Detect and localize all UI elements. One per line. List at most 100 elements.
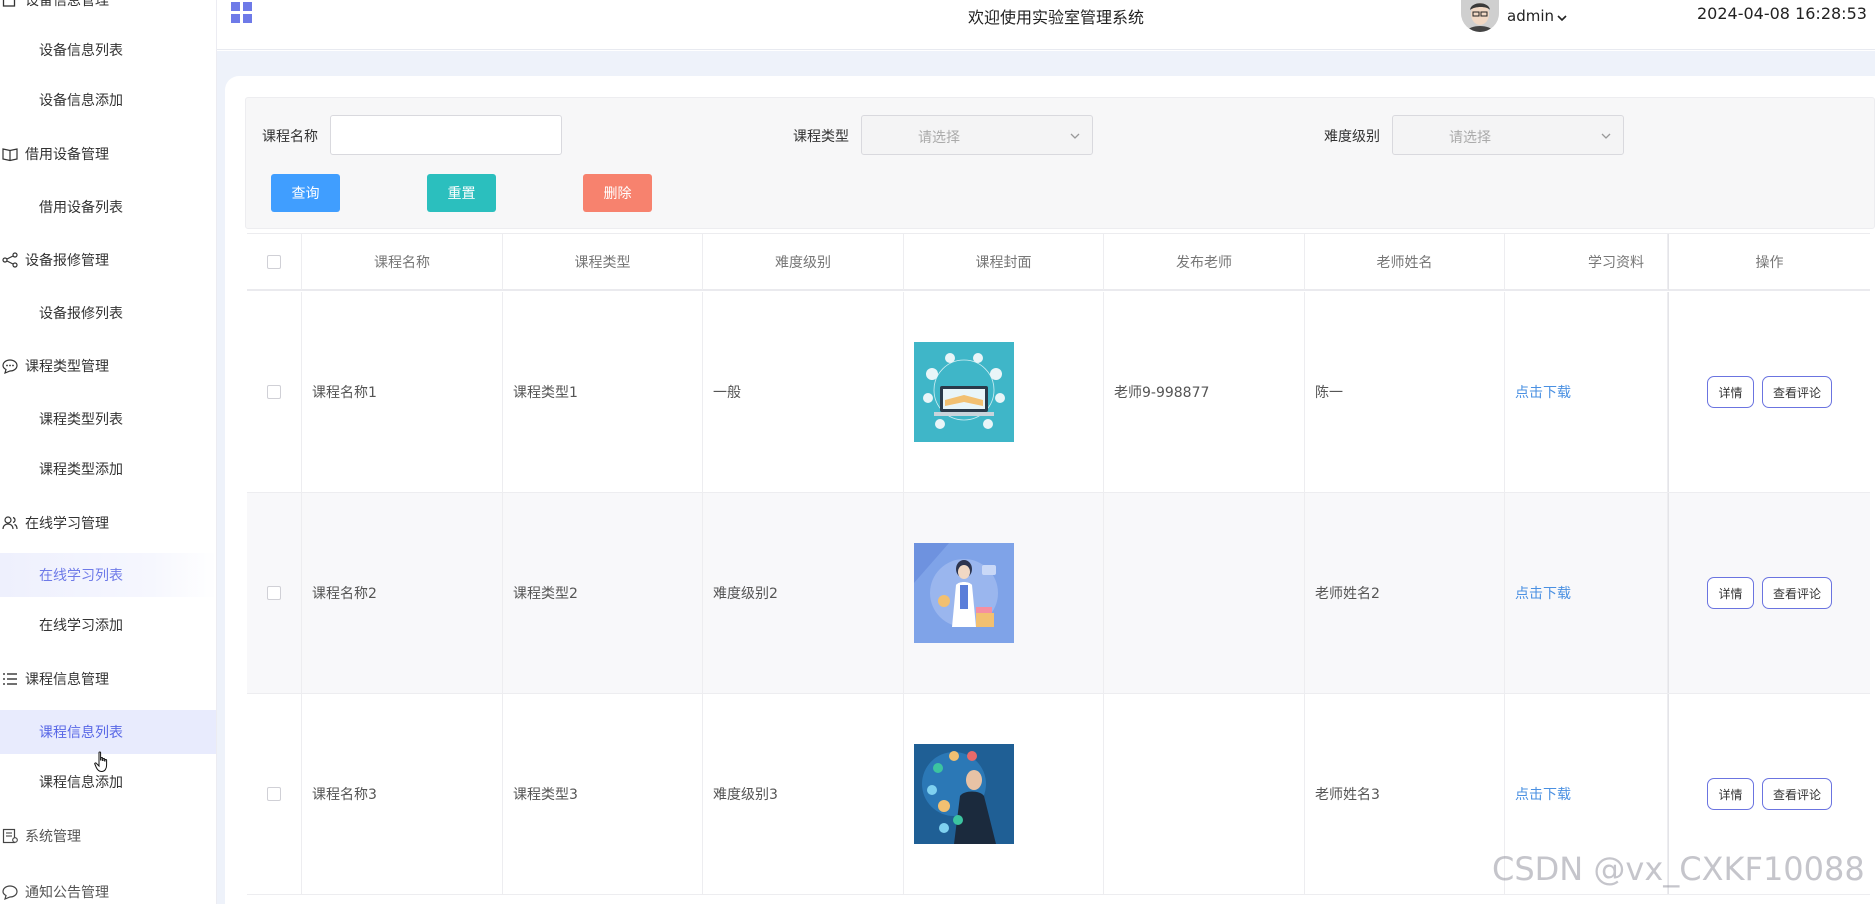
view-comments-button[interactable]: 查看评论 — [1762, 577, 1832, 609]
column-header[interactable]: 操作 — [1668, 234, 1870, 290]
column-header[interactable]: 课程名称 — [302, 234, 503, 290]
download-link[interactable]: 点击下载 — [1515, 583, 1571, 603]
user-name: admin — [1507, 7, 1554, 25]
teacher-name-cell: 陈一 — [1305, 292, 1505, 492]
row-select-cell — [247, 493, 302, 693]
user-menu[interactable]: admin — [1507, 7, 1568, 25]
table-header: 课程名称 课程类型 难度级别 课程封面 发布老师 老师姓名 学习资料 操作 — [247, 233, 1870, 291]
course-type-label: 课程类型 — [793, 129, 849, 145]
sidebar-item-device-list[interactable]: 设备信息列表 — [0, 28, 216, 72]
sidebar-group-notice[interactable]: 通知公告管理 — [0, 872, 216, 904]
course-type-cell: 课程类型2 — [503, 493, 703, 693]
sidebar-group-label: 设备信息管理 — [25, 0, 109, 9]
sidebar-group-label: 在线学习管理 — [25, 516, 109, 532]
difficulty-cell: 难度级别3 — [703, 694, 904, 894]
sidebar-item-repair-list[interactable]: 设备报修列表 — [0, 291, 216, 335]
sidebar-item-device-add[interactable]: 设备信息添加 — [0, 78, 216, 122]
column-header[interactable]: 老师姓名 — [1305, 234, 1505, 290]
publisher-cell — [1104, 694, 1305, 894]
query-button[interactable]: 查询 — [271, 174, 340, 212]
sidebar-item-label: 设备信息列表 — [39, 43, 123, 59]
sidebar-item-borrow-list[interactable]: 借用设备列表 — [0, 185, 216, 229]
course-cover-image[interactable] — [914, 342, 1014, 442]
row-checkbox[interactable] — [267, 787, 281, 801]
sidebar-group-course-type[interactable]: 课程类型管理 — [0, 346, 216, 386]
select-all-checkbox[interactable] — [267, 255, 281, 269]
grid-menu-icon[interactable] — [231, 2, 253, 24]
difficulty-cell: 难度级别2 — [703, 493, 904, 693]
search-form: 课程名称 课程类型 请选择 难度级别 请选择 查询 重置 删除 — [245, 97, 1875, 229]
course-name-input[interactable] — [330, 115, 562, 155]
sidebar-item-label: 借用设备列表 — [39, 200, 123, 216]
table-row: 课程名称1 课程类型1 一般 老师9-998877 陈一 点击下载 详情 查看评… — [247, 292, 1870, 493]
avatar[interactable] — [1461, 0, 1499, 32]
chevron-down-icon — [1556, 10, 1568, 22]
hand-cursor-icon — [94, 751, 112, 773]
watermark: CSDN @vx_CXKF10088 — [1492, 850, 1865, 888]
sidebar-item-label: 课程信息添加 — [39, 775, 123, 791]
sidebar-group-system[interactable]: 系统管理 — [0, 816, 216, 856]
publisher-cell — [1104, 493, 1305, 693]
material-cell: 点击下载 — [1505, 493, 1668, 693]
book-icon — [2, 146, 22, 162]
row-checkbox[interactable] — [267, 586, 281, 600]
download-link[interactable]: 点击下载 — [1515, 382, 1571, 402]
course-cover-image[interactable] — [914, 744, 1014, 844]
sidebar-group-label: 课程信息管理 — [25, 672, 109, 688]
difficulty-select[interactable]: 请选择 — [1392, 115, 1624, 155]
course-cover-image[interactable] — [914, 543, 1014, 643]
row-checkbox[interactable] — [267, 385, 281, 399]
sidebar-item-course-type-add[interactable]: 课程类型添加 — [0, 447, 216, 491]
sidebar-item-label: 课程类型列表 — [39, 412, 123, 428]
sidebar-item-online-learning-add[interactable]: 在线学习添加 — [0, 603, 216, 647]
sidebar-group-label: 系统管理 — [25, 829, 81, 845]
column-header[interactable]: 发布老师 — [1104, 234, 1305, 290]
column-header[interactable]: 难度级别 — [703, 234, 904, 290]
sidebar-item-label: 课程类型添加 — [39, 462, 123, 478]
view-comments-button[interactable]: 查看评论 — [1762, 376, 1832, 408]
system-title: 欢迎使用实验室管理系统 — [968, 8, 1145, 27]
sidebar-item-label: 设备报修列表 — [39, 306, 123, 322]
reset-button[interactable]: 重置 — [427, 174, 496, 212]
difficulty-label: 难度级别 — [1324, 129, 1380, 145]
datetime-display: 2024-04-08 16:28:53 — [1697, 4, 1867, 23]
course-name-cell: 课程名称2 — [302, 493, 503, 693]
actions-cell: 详情 查看评论 — [1668, 292, 1870, 492]
cover-cell — [904, 493, 1104, 693]
difficulty-cell: 一般 — [703, 292, 904, 492]
delete-button[interactable]: 删除 — [583, 174, 652, 212]
view-comments-button[interactable]: 查看评论 — [1762, 778, 1832, 810]
sidebar-group-repair[interactable]: 设备报修管理 — [0, 240, 216, 280]
select-all-cell — [247, 234, 302, 290]
doc-icon — [2, 828, 22, 844]
detail-button[interactable]: 详情 — [1707, 376, 1754, 408]
sidebar-item-online-learning-list[interactable]: 在线学习列表 — [0, 553, 216, 597]
row-select-cell — [247, 292, 302, 492]
share-icon — [2, 252, 22, 268]
sidebar-item-label: 在线学习添加 — [39, 618, 123, 634]
download-link[interactable]: 点击下载 — [1515, 784, 1571, 804]
sidebar-item-course-type-list[interactable]: 课程类型列表 — [0, 397, 216, 441]
chevron-down-icon — [1068, 129, 1082, 143]
sidebar-item-label: 设备信息添加 — [39, 93, 123, 109]
cover-cell — [904, 694, 1104, 894]
message-icon — [2, 884, 22, 900]
detail-button[interactable]: 详情 — [1707, 778, 1754, 810]
course-type-placeholder: 请选择 — [918, 130, 960, 146]
difficulty-placeholder: 请选择 — [1449, 130, 1491, 146]
sidebar-group-online-learning[interactable]: 在线学习管理 — [0, 503, 216, 543]
sidebar-group-label: 借用设备管理 — [25, 147, 109, 163]
column-header[interactable]: 课程类型 — [503, 234, 703, 290]
detail-button[interactable]: 详情 — [1707, 577, 1754, 609]
publisher-cell: 老师9-998877 — [1104, 292, 1305, 492]
course-type-select[interactable]: 请选择 — [861, 115, 1093, 155]
sidebar-group-course-info[interactable]: 课程信息管理 — [0, 659, 216, 699]
cover-cell — [904, 292, 1104, 492]
sidebar-group-device-info[interactable]: 设备信息管理 — [0, 0, 216, 20]
sidebar-item-course-info-list[interactable]: 课程信息列表 — [0, 710, 216, 754]
column-header[interactable]: 学习资料 — [1505, 234, 1668, 290]
users-icon — [2, 515, 22, 531]
column-header[interactable]: 课程封面 — [904, 234, 1104, 290]
sidebar-item-label: 课程信息列表 — [39, 725, 123, 741]
sidebar-group-borrow[interactable]: 借用设备管理 — [0, 134, 216, 174]
